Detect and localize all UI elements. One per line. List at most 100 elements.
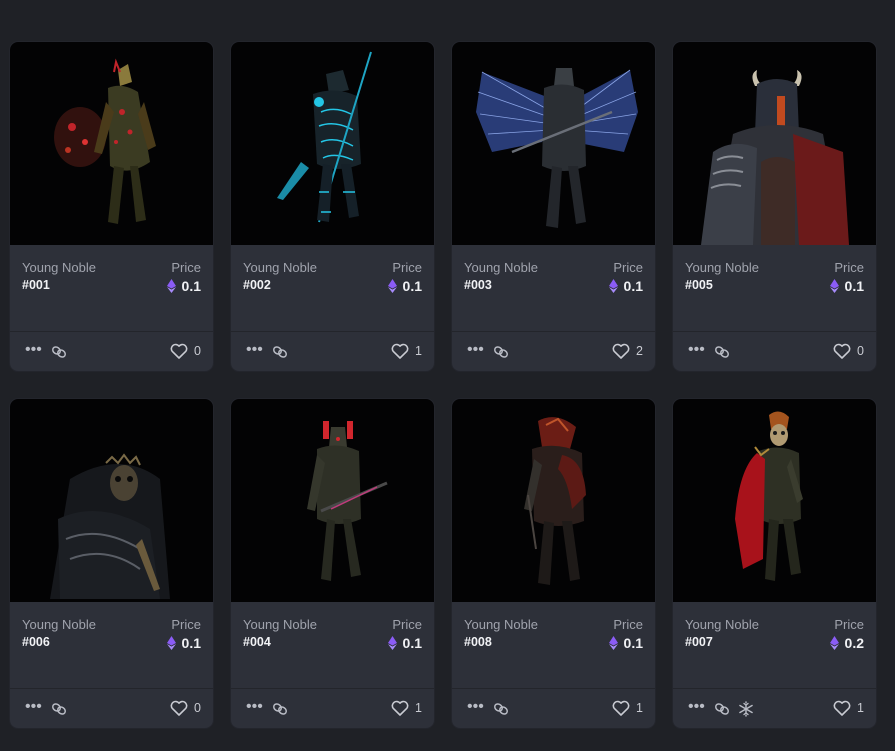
price-amount: 0.1 — [402, 278, 422, 294]
more-dots-icon[interactable]: ••• — [467, 342, 484, 358]
price-value: 0.1 — [387, 635, 422, 651]
more-dots-icon[interactable]: ••• — [246, 699, 263, 715]
heart-icon — [391, 700, 409, 716]
nft-artwork[interactable] — [10, 42, 213, 245]
price-amount: 0.1 — [623, 635, 643, 651]
collection-name: Young Noble — [685, 617, 759, 632]
like-button[interactable]: 1 — [391, 343, 422, 359]
crossbow-knight-image — [307, 421, 388, 581]
nft-card[interactable]: Young Noble #002 Price 0.1 ••• 1 — [231, 42, 434, 371]
like-button[interactable]: 0 — [833, 343, 864, 359]
price-amount: 0.1 — [402, 635, 422, 651]
nft-card[interactable]: Young Noble #008 Price 0.1 ••• 1 — [452, 399, 655, 728]
ethereum-icon — [829, 279, 839, 293]
token-id: #001 — [22, 278, 50, 292]
link-icon[interactable] — [493, 701, 509, 717]
like-count: 2 — [636, 344, 643, 358]
card-footer: ••• 1 — [231, 689, 434, 728]
more-dots-icon[interactable]: ••• — [25, 342, 42, 358]
like-count: 1 — [636, 701, 643, 715]
card-info: Young Noble #001 Price 0.1 — [10, 245, 213, 332]
more-dots-icon[interactable]: ••• — [688, 699, 705, 715]
price-label: Price — [392, 617, 422, 632]
card-info: Young Noble #008 Price 0.1 — [452, 602, 655, 689]
nft-card[interactable]: Young Noble #001 Price 0.1 ••• 0 — [10, 42, 213, 371]
heart-icon — [170, 700, 188, 716]
like-button[interactable]: 0 — [170, 343, 201, 359]
nft-artwork[interactable] — [452, 42, 655, 245]
link-icon[interactable] — [714, 344, 730, 360]
card-info: Young Noble #005 Price 0.1 — [673, 245, 876, 332]
red-beast-knight-image — [524, 417, 586, 585]
price-label: Price — [392, 260, 422, 275]
collection-name: Young Noble — [22, 260, 96, 275]
price-label: Price — [834, 617, 864, 632]
collection-name: Young Noble — [22, 617, 96, 632]
like-button[interactable]: 2 — [612, 343, 643, 359]
like-count: 1 — [415, 344, 422, 358]
nft-artwork[interactable] — [10, 399, 213, 602]
more-dots-icon[interactable]: ••• — [688, 342, 705, 358]
token-id: #004 — [243, 635, 271, 649]
like-count: 0 — [857, 344, 864, 358]
like-count: 1 — [857, 701, 864, 715]
link-icon[interactable] — [493, 344, 509, 360]
more-dots-icon[interactable]: ••• — [25, 699, 42, 715]
token-id: #002 — [243, 278, 271, 292]
card-footer: ••• 1 — [673, 689, 876, 728]
link-icon[interactable] — [272, 344, 288, 360]
nft-artwork[interactable] — [231, 42, 434, 245]
heart-icon — [612, 700, 630, 716]
ethereum-icon — [166, 279, 176, 293]
token-id: #003 — [464, 278, 492, 292]
skeleton-red-cape-image — [735, 411, 803, 581]
nft-card[interactable]: Young Noble #007 Price 0.2 ••• 1 — [673, 399, 876, 728]
nft-artwork[interactable] — [231, 399, 434, 602]
link-icon[interactable] — [51, 701, 67, 717]
nft-card[interactable]: Young Noble #003 Price 0.1 ••• 2 — [452, 42, 655, 371]
link-icon[interactable] — [714, 701, 730, 717]
nft-card[interactable]: Young Noble #004 Price 0.1 ••• 1 — [231, 399, 434, 728]
ethereum-icon — [608, 636, 618, 650]
card-footer: ••• 0 — [10, 332, 213, 371]
heart-icon — [391, 343, 409, 359]
more-dots-icon[interactable]: ••• — [246, 342, 263, 358]
price-label: Price — [613, 617, 643, 632]
collection-name: Young Noble — [464, 617, 538, 632]
price-value: 0.1 — [608, 635, 643, 651]
crowned-skeleton-image — [50, 453, 170, 599]
token-id: #008 — [464, 635, 492, 649]
more-dots-icon[interactable]: ••• — [467, 699, 484, 715]
winged-knight-image — [476, 68, 638, 228]
link-icon[interactable] — [51, 344, 67, 360]
card-footer: ••• 1 — [452, 689, 655, 728]
nft-artwork[interactable] — [452, 399, 655, 602]
price-value: 0.1 — [166, 635, 201, 651]
like-button[interactable]: 1 — [391, 700, 422, 716]
heart-icon — [833, 343, 851, 359]
card-info: Young Noble #006 Price 0.1 — [10, 602, 213, 689]
card-info: Young Noble #003 Price 0.1 — [452, 245, 655, 332]
ethereum-icon — [829, 636, 839, 650]
like-button[interactable]: 1 — [833, 700, 864, 716]
collection-name: Young Noble — [685, 260, 759, 275]
card-info: Young Noble #007 Price 0.2 — [673, 602, 876, 689]
nft-artwork[interactable] — [673, 42, 876, 245]
ethereum-icon — [166, 636, 176, 650]
nft-artwork[interactable] — [673, 399, 876, 602]
like-button[interactable]: 1 — [612, 700, 643, 716]
price-label: Price — [613, 260, 643, 275]
token-id: #006 — [22, 635, 50, 649]
nft-grid: Young Noble #001 Price 0.1 ••• 0 Young N… — [10, 42, 876, 728]
snowflake-icon[interactable] — [738, 701, 754, 717]
nft-card[interactable]: Young Noble #005 Price 0.1 ••• 0 — [673, 42, 876, 371]
price-value: 0.2 — [829, 635, 864, 651]
card-footer: ••• 0 — [10, 689, 213, 728]
like-count: 0 — [194, 344, 201, 358]
like-button[interactable]: 0 — [170, 700, 201, 716]
price-amount: 0.1 — [844, 278, 864, 294]
price-label: Price — [834, 260, 864, 275]
nft-card[interactable]: Young Noble #006 Price 0.1 ••• 0 — [10, 399, 213, 728]
price-value: 0.1 — [387, 278, 422, 294]
link-icon[interactable] — [272, 701, 288, 717]
